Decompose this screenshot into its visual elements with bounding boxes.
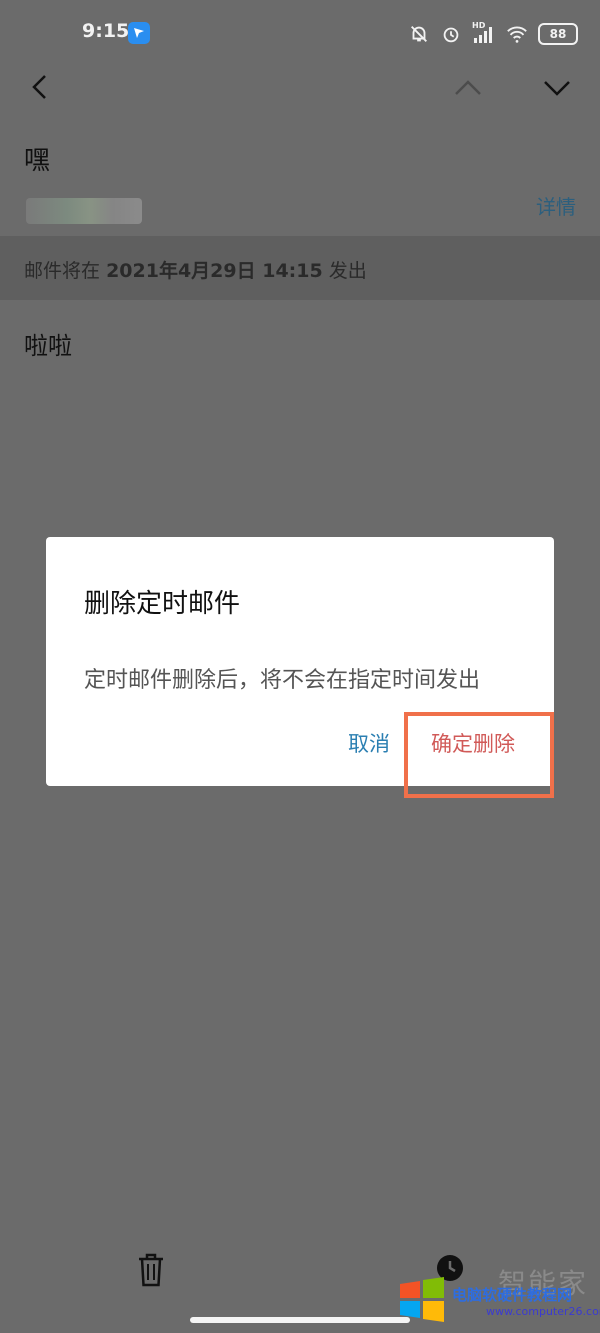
app-notification-icon	[128, 22, 150, 44]
watermark-url: www.computer26.com	[486, 1305, 600, 1318]
details-link[interactable]: 详情	[536, 191, 576, 220]
status-time: 9:15	[82, 20, 130, 42]
wifi-icon	[507, 26, 527, 43]
back-chevron-icon[interactable]	[24, 70, 58, 104]
schedule-text: 邮件将在 2021年4月29日 14:15 发出	[24, 256, 367, 283]
notifications-off-icon	[411, 26, 427, 42]
schedule-suffix: 发出	[328, 260, 367, 282]
dialog-title: 删除定时邮件	[84, 589, 241, 619]
email-body: 啦啦	[24, 332, 72, 360]
next-chevron-icon[interactable]	[540, 74, 574, 100]
schedule-datetime: 2021年4月29日 14:15	[106, 260, 323, 282]
schedule-prefix: 邮件将在	[24, 260, 101, 282]
dialog-message: 定时邮件删除后，将不会在指定时间发出	[84, 668, 481, 693]
previous-chevron-icon[interactable]	[451, 74, 485, 100]
windows-logo-icon	[400, 1277, 444, 1322]
cancel-button[interactable]: 取消	[348, 728, 390, 758]
signal-icon: HD	[472, 21, 496, 45]
status-icons: HD 88	[408, 18, 578, 50]
alarm-icon	[443, 27, 459, 43]
sender-redacted	[26, 198, 142, 224]
trash-icon[interactable]	[136, 1252, 166, 1288]
home-indicator[interactable]	[190, 1317, 410, 1323]
battery-icon: 88	[538, 23, 578, 45]
email-subject: 嘿	[24, 146, 51, 176]
highlight-annotation	[404, 712, 554, 798]
watermark-text: 电脑软硬件教程网	[452, 1286, 573, 1304]
